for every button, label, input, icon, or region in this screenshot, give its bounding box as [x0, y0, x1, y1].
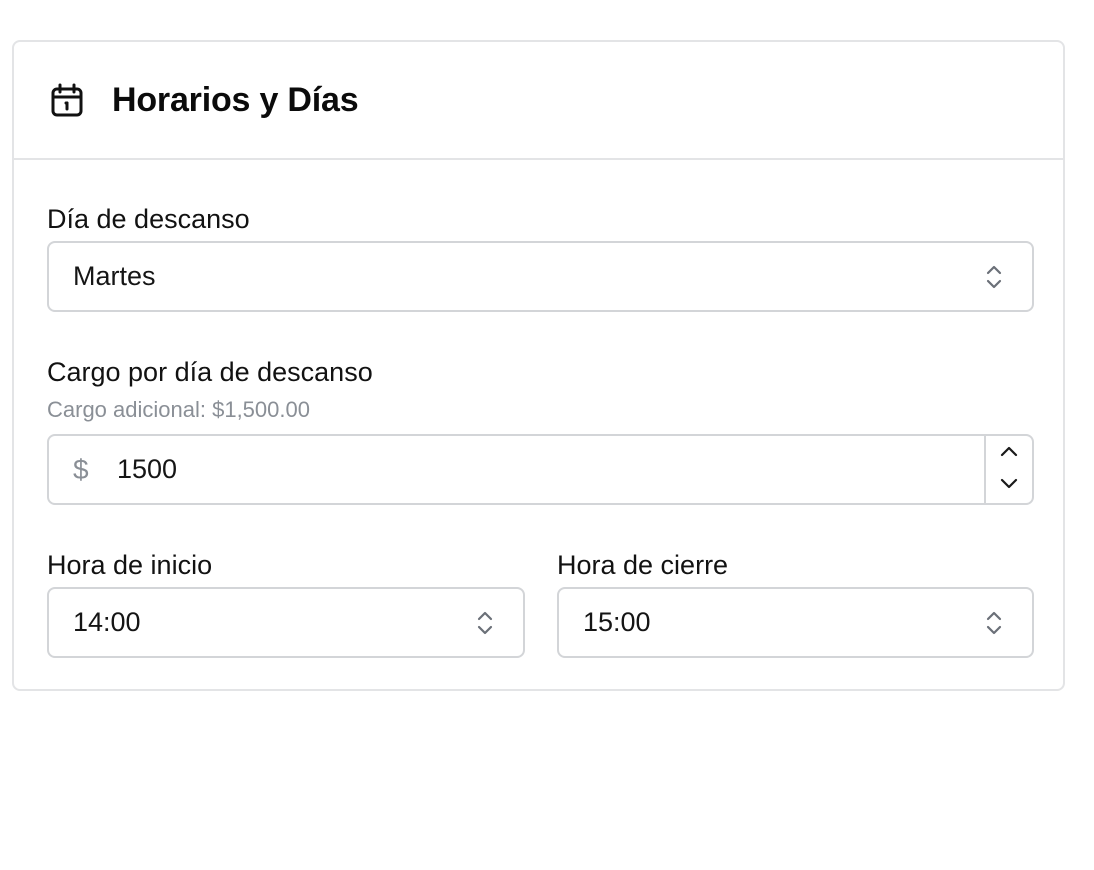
end-time-select[interactable]: 15:00 [557, 587, 1034, 658]
end-time-value: 15:00 [583, 607, 651, 637]
rest-day-charge-value[interactable]: 1500 [95, 454, 984, 485]
chevron-up-icon [999, 444, 1019, 462]
start-time-select[interactable]: 14:00 [47, 587, 525, 658]
rest-day-charge-input[interactable]: $ 1500 [47, 434, 1034, 505]
start-time-value: 14:00 [73, 607, 141, 637]
rest-day-select[interactable]: Martes [47, 241, 1034, 312]
increment-button[interactable] [986, 436, 1032, 470]
start-time-label: Hora de inicio [47, 550, 213, 580]
chevron-up-down-icon [473, 608, 497, 638]
end-time-label: Hora de cierre [557, 550, 729, 580]
number-stepper[interactable] [984, 436, 1032, 503]
chevron-up-down-icon [982, 608, 1006, 638]
card-title: Horarios y Días [112, 80, 359, 119]
chevron-up-down-icon [982, 262, 1006, 292]
rest-day-charge-help: Cargo adicional: $1,500.00 [47, 397, 310, 422]
rest-day-label: Día de descanso [47, 204, 250, 234]
schedule-card: Horarios y Días Día de descanso Martes C… [12, 40, 1065, 691]
rest-day-charge-label: Cargo por día de descanso [47, 357, 373, 387]
chevron-down-icon [999, 477, 1019, 495]
rest-day-value: Martes [73, 261, 156, 291]
card-header: Horarios y Días [14, 42, 1063, 160]
decrement-button[interactable] [986, 470, 1032, 504]
currency-symbol: $ [73, 453, 89, 485]
calendar-icon [50, 83, 84, 117]
